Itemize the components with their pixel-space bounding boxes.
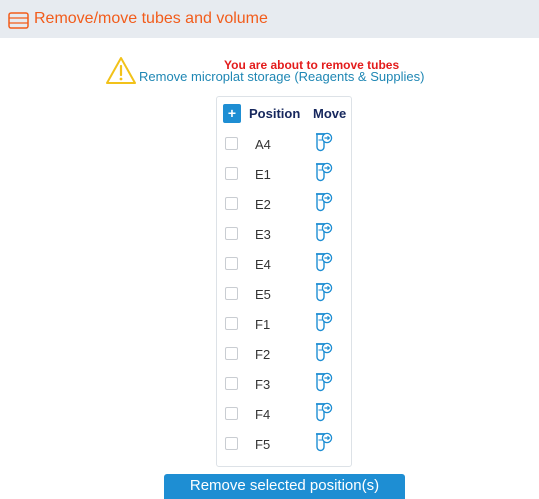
tube-move-icon[interactable]: [315, 432, 333, 454]
position-label: F5: [255, 437, 271, 452]
row-checkbox[interactable]: [225, 287, 238, 300]
warning-detail: Remove microplat storage (Reagents & Sup…: [139, 69, 425, 84]
row-checkbox[interactable]: [225, 377, 238, 390]
position-label: A4: [255, 137, 271, 152]
positions-table: + Position Move A4 E1 E2 E3 E4 E5 F1 F2 …: [216, 96, 352, 467]
tube-move-icon[interactable]: [315, 252, 333, 274]
tube-move-icon[interactable]: [315, 342, 333, 364]
table-row: E1: [217, 161, 351, 191]
table-row: E3: [217, 221, 351, 251]
tube-move-icon[interactable]: [315, 402, 333, 424]
table-row: E5: [217, 281, 351, 311]
table-row: E2: [217, 191, 351, 221]
table-row: F4: [217, 401, 351, 431]
tube-move-icon[interactable]: [315, 222, 333, 244]
row-checkbox[interactable]: [225, 317, 238, 330]
table-row: F3: [217, 371, 351, 401]
column-header-move: Move: [313, 106, 347, 121]
row-checkbox[interactable]: [225, 167, 238, 180]
warning-triangle-icon: [105, 56, 137, 86]
position-label: E3: [255, 227, 271, 242]
warning-banner: You are about to remove tubes Remove mic…: [105, 54, 485, 88]
table-row: A4: [217, 131, 351, 161]
tube-move-icon[interactable]: [315, 282, 333, 304]
panel-title: Remove/move tubes and volume: [34, 10, 268, 27]
tube-move-icon[interactable]: [315, 162, 333, 184]
panel-header: Remove/move tubes and volume: [0, 0, 539, 38]
drawer-icon: [8, 11, 29, 29]
table-row: E4: [217, 251, 351, 281]
tube-move-icon[interactable]: [315, 312, 333, 334]
select-all-button[interactable]: +: [223, 104, 241, 123]
row-checkbox[interactable]: [225, 347, 238, 360]
remove-selected-button[interactable]: Remove selected position(s): [164, 474, 405, 499]
row-checkbox[interactable]: [225, 407, 238, 420]
column-header-position: Position: [249, 106, 301, 121]
row-checkbox[interactable]: [225, 227, 238, 240]
tube-move-icon[interactable]: [315, 132, 333, 154]
position-label: E5: [255, 287, 271, 302]
position-label: F1: [255, 317, 271, 332]
table-row: F2: [217, 341, 351, 371]
position-label: E4: [255, 257, 271, 272]
table-row: F1: [217, 311, 351, 341]
row-checkbox[interactable]: [225, 197, 238, 210]
row-checkbox[interactable]: [225, 437, 238, 450]
tube-move-icon[interactable]: [315, 372, 333, 394]
table-row: F5: [217, 431, 351, 461]
position-label: F2: [255, 347, 271, 362]
tube-move-icon[interactable]: [315, 192, 333, 214]
row-checkbox[interactable]: [225, 257, 238, 270]
position-label: E1: [255, 167, 271, 182]
row-checkbox[interactable]: [225, 137, 238, 150]
table-header: + Position Move: [217, 97, 351, 131]
position-label: F3: [255, 377, 271, 392]
position-label: F4: [255, 407, 271, 422]
position-label: E2: [255, 197, 271, 212]
